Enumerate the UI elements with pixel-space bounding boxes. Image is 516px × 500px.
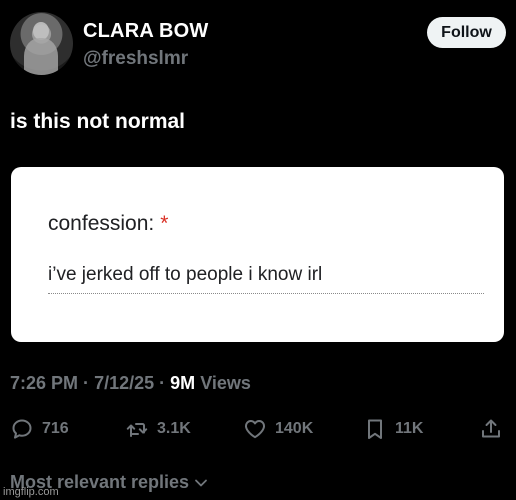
confession-label-text: confession: <box>48 212 155 235</box>
share-icon <box>482 419 500 438</box>
avatar-figure <box>24 38 58 75</box>
tweet-text: is this not normal <box>10 110 186 133</box>
repost-icon <box>126 423 148 437</box>
chevron-down-icon <box>195 479 207 486</box>
confession-card-image[interactable]: confession: * i’ve jerked off to people i… <box>11 167 504 342</box>
meta-separator: · <box>83 373 90 393</box>
share-button[interactable] <box>479 416 511 442</box>
display-name[interactable]: CLARA BOW <box>83 20 208 43</box>
tweet-time[interactable]: 7:26 PM <box>10 373 78 393</box>
reply-icon <box>12 419 32 439</box>
action-bar: 716 3.1K 140K 11K <box>10 416 506 442</box>
user-handle[interactable]: @freshslmr <box>83 48 188 70</box>
confession-answer: i’ve jerked off to people i know irl <box>48 264 323 285</box>
imgflip-watermark: imgflip.com <box>3 486 59 498</box>
required-asterisk: * <box>160 212 169 235</box>
like-count: 140K <box>275 420 314 437</box>
views-count: 9M <box>170 373 196 393</box>
heart-icon <box>244 420 266 439</box>
tweet-header: CLARA BOW @freshslmr Follow <box>10 12 506 76</box>
confession-label: confession: * <box>48 212 168 236</box>
views-label: Views <box>200 373 251 393</box>
reply-button[interactable]: 716 <box>10 416 69 442</box>
bookmark-button[interactable]: 11K <box>363 416 423 442</box>
repost-count: 3.1K <box>157 420 191 437</box>
meta-separator: · <box>159 373 166 393</box>
like-button[interactable]: 140K <box>243 416 313 442</box>
follow-button[interactable]: Follow <box>427 17 506 48</box>
tweet-meta: 7:26 PM · 7/12/25 · 9M Views <box>10 373 251 394</box>
tweet-date[interactable]: 7/12/25 <box>94 373 154 393</box>
reply-count: 716 <box>42 420 69 437</box>
bookmark-icon <box>368 419 382 439</box>
bookmark-count: 11K <box>395 420 424 437</box>
avatar[interactable] <box>10 12 73 75</box>
answer-underline <box>48 293 484 294</box>
repost-button[interactable]: 3.1K <box>125 416 191 442</box>
